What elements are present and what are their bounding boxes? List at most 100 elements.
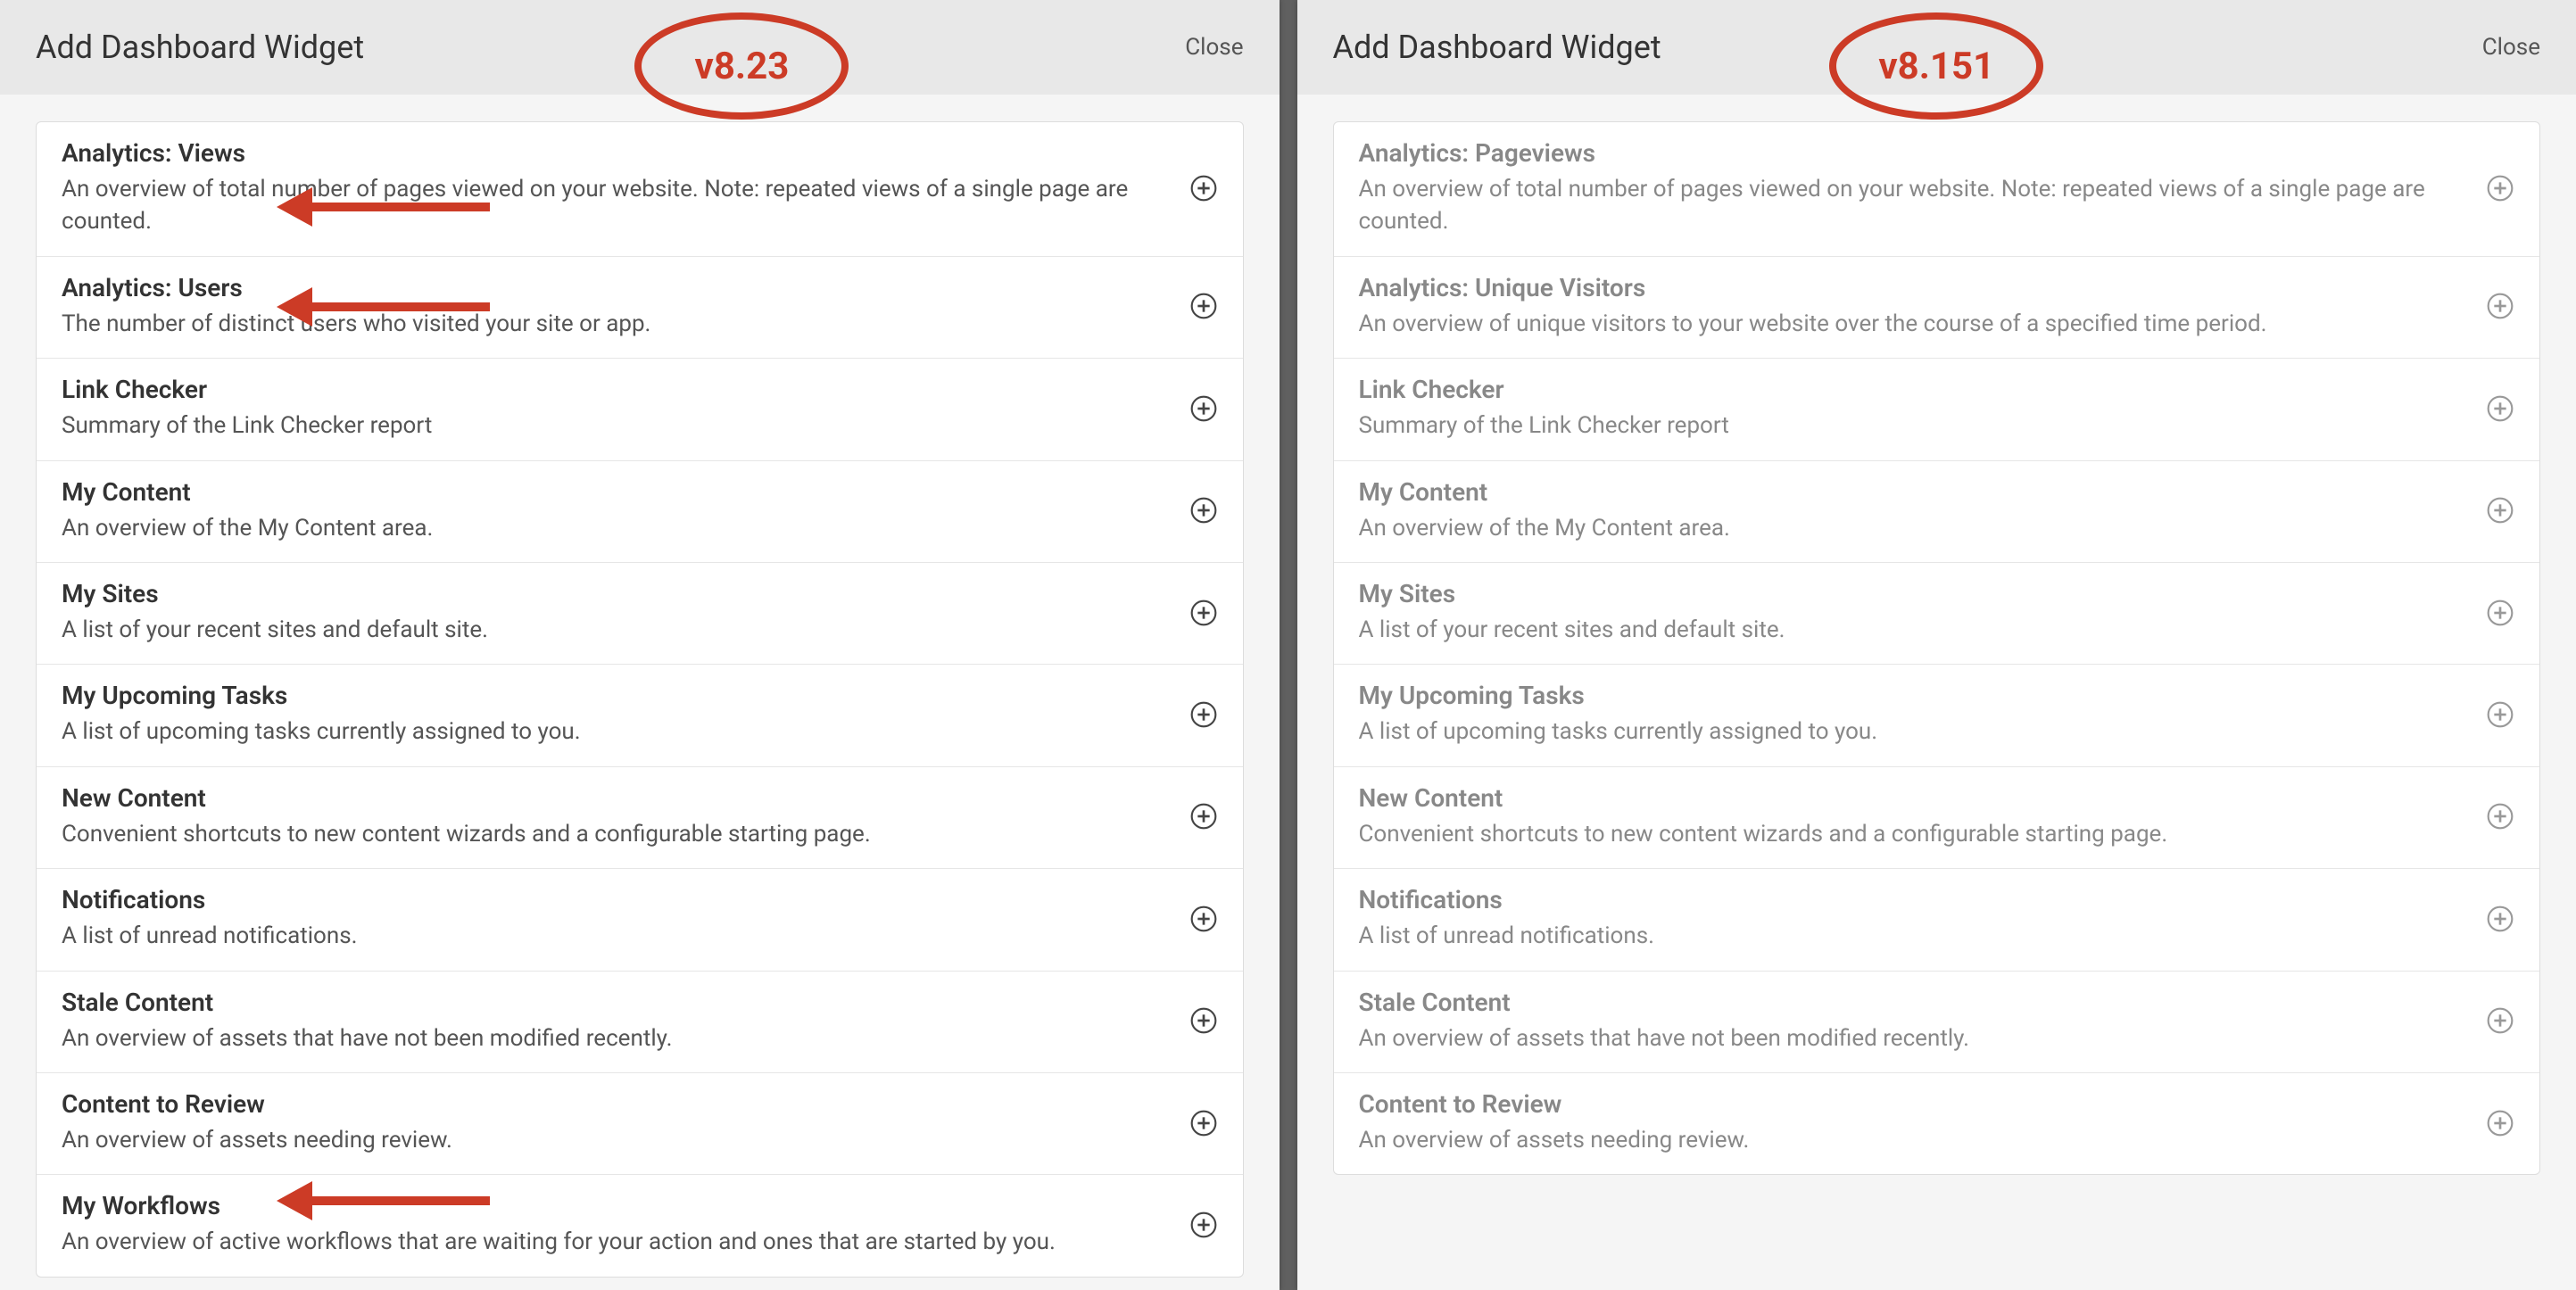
widget-row[interactable]: Link CheckerSummary of the Link Checker …	[1334, 359, 2540, 460]
add-circle-icon[interactable]	[1189, 802, 1218, 831]
widget-list: Analytics: PageviewsAn overview of total…	[1333, 121, 2541, 1175]
add-circle-icon[interactable]	[1189, 599, 1218, 627]
widget-description: An overview of unique visitors to your w…	[1359, 308, 2469, 340]
widget-description: A list of unread notifications.	[62, 920, 1172, 952]
add-circle-icon[interactable]	[2486, 292, 2514, 320]
left-comparison-panel: v8.23 Add Dashboard Widget Close Analyti…	[0, 0, 1280, 1290]
widget-description: A list of your recent sites and default …	[62, 614, 1172, 646]
add-circle-icon[interactable]	[1189, 394, 1218, 423]
add-circle-icon[interactable]	[2486, 496, 2514, 525]
add-circle-icon[interactable]	[1189, 1211, 1218, 1239]
widget-description: An overview of active workflows that are…	[62, 1226, 1172, 1258]
widget-text: My Sites A list of your recent sites and …	[62, 579, 1172, 646]
widget-title: Link Checker	[62, 375, 1172, 404]
widget-description: Convenient shortcuts to new content wiza…	[62, 818, 1172, 850]
add-circle-icon[interactable]	[1189, 700, 1218, 729]
widget-description: An overview of the My Content area.	[1359, 512, 2469, 544]
widget-title: My Sites	[62, 579, 1172, 608]
add-circle-icon[interactable]	[1189, 905, 1218, 933]
add-circle-icon[interactable]	[2486, 802, 2514, 831]
widget-title: Stale Content	[62, 988, 1172, 1017]
widget-title: My Upcoming Tasks	[1359, 681, 2469, 710]
widget-text: New Content Convenient shortcuts to new c…	[1359, 783, 2469, 850]
add-circle-icon[interactable]	[1189, 1006, 1218, 1035]
widget-text: Analytics: ViewsAn overview of total num…	[62, 138, 1172, 238]
add-circle-icon[interactable]	[2486, 394, 2514, 423]
widget-text: Notifications A list of unread notificati…	[62, 885, 1172, 952]
widget-text: Content to ReviewAn overview of assets n…	[1359, 1089, 2469, 1156]
modal-title: Add Dashboard Widget	[1333, 29, 1661, 66]
widget-row[interactable]: My Upcoming TasksA list of upcoming task…	[1334, 665, 2540, 766]
add-circle-icon[interactable]	[1189, 292, 1218, 320]
add-circle-icon[interactable]	[1189, 1109, 1218, 1137]
widget-description: An overview of total number of pages vie…	[1359, 173, 2469, 238]
widget-row[interactable]: Content to Review An overview of assets n…	[37, 1073, 1243, 1175]
add-circle-icon[interactable]	[2486, 905, 2514, 933]
add-circle-icon[interactable]	[2486, 1006, 2514, 1035]
widget-title: My Sites	[1359, 579, 2469, 608]
widget-text: Analytics: Unique Visitors An overview of…	[1359, 273, 2469, 340]
widget-row[interactable]: Analytics: ViewsAn overview of total num…	[37, 122, 1243, 257]
widget-row[interactable]: New ContentConvenient shortcuts to new c…	[37, 767, 1243, 869]
widget-title: New Content	[1359, 783, 2469, 813]
widget-row[interactable]: Analytics: PageviewsAn overview of total…	[1334, 122, 2540, 257]
widget-title: Stale Content	[1359, 988, 2469, 1017]
widget-title: My Content	[62, 477, 1172, 507]
widget-row[interactable]: My Content An overview of the My Content …	[37, 461, 1243, 563]
widget-text: My Upcoming TasksA list of upcoming task…	[62, 681, 1172, 748]
widget-title: Content to Review	[62, 1089, 1172, 1119]
widget-text: Stale ContentAn overview of assets that …	[1359, 988, 2469, 1054]
widget-title: Analytics: Unique Visitors	[1359, 273, 2469, 302]
widget-description: An overview of assets needing review.	[1359, 1124, 2469, 1156]
modal-body: Analytics: ViewsAn overview of total num…	[0, 95, 1280, 1290]
modal-body: Analytics: PageviewsAn overview of total…	[1297, 95, 2576, 1290]
widget-row[interactable]: New Content Convenient shortcuts to new c…	[1334, 767, 2540, 869]
widget-row[interactable]: Analytics: Unique Visitors An overview of…	[1334, 257, 2540, 359]
widget-description: Convenient shortcuts to new content wiza…	[1359, 818, 2469, 850]
widget-text: Analytics: PageviewsAn overview of total…	[1359, 138, 2469, 238]
widget-description: An overview of total number of pages vie…	[62, 173, 1172, 238]
widget-description: An overview of assets that have not been…	[62, 1022, 1172, 1054]
add-circle-icon[interactable]	[2486, 599, 2514, 627]
close-button[interactable]: Close	[2482, 34, 2540, 61]
widget-title: Notifications	[62, 885, 1172, 914]
widget-text: My Content An overview of the My Content …	[1359, 477, 2469, 544]
modal-title: Add Dashboard Widget	[36, 29, 364, 66]
add-circle-icon[interactable]	[2486, 174, 2514, 203]
widget-description: Summary of the Link Checker report	[62, 409, 1172, 442]
widget-text: Content to Review An overview of assets n…	[62, 1089, 1172, 1156]
widget-row[interactable]: Link Checker Summary of the Link Checker …	[37, 359, 1243, 460]
widget-text: Link Checker Summary of the Link Checker …	[62, 375, 1172, 442]
widget-row[interactable]: Stale ContentAn overview of assets that …	[1334, 972, 2540, 1073]
widget-title: My Upcoming Tasks	[62, 681, 1172, 710]
widget-description: The number of distinct users who visited…	[62, 308, 1172, 340]
widget-text: My Content An overview of the My Content …	[62, 477, 1172, 544]
widget-row[interactable]: My Sites A list of your recent sites and …	[37, 563, 1243, 665]
widget-title: My Content	[1359, 477, 2469, 507]
widget-description: An overview of the My Content area.	[62, 512, 1172, 544]
widget-title: My Workflows	[62, 1191, 1172, 1220]
modal-header: Add Dashboard Widget Close	[0, 0, 1280, 95]
add-circle-icon[interactable]	[1189, 174, 1218, 203]
widget-row[interactable]: Analytics: UsersThe number of distinct u…	[37, 257, 1243, 359]
add-circle-icon[interactable]	[2486, 1109, 2514, 1137]
close-button[interactable]: Close	[1185, 34, 1243, 61]
widget-row[interactable]: NotificationsA list of unread notificati…	[1334, 869, 2540, 971]
widget-row[interactable]: Stale Content An overview of assets that …	[37, 972, 1243, 1073]
add-circle-icon[interactable]	[2486, 700, 2514, 729]
add-circle-icon[interactable]	[1189, 496, 1218, 525]
widget-title: Link Checker	[1359, 375, 2469, 404]
widget-title: Notifications	[1359, 885, 2469, 914]
widget-row[interactable]: Notifications A list of unread notificati…	[37, 869, 1243, 971]
widget-description: An overview of assets needing review.	[62, 1124, 1172, 1156]
widget-row[interactable]: My Content An overview of the My Content …	[1334, 461, 2540, 563]
widget-row[interactable]: My SitesA list of your recent sites and …	[1334, 563, 2540, 665]
widget-text: My Upcoming TasksA list of upcoming task…	[1359, 681, 2469, 748]
widget-text: Stale Content An overview of assets that …	[62, 988, 1172, 1054]
widget-text: My SitesA list of your recent sites and …	[1359, 579, 2469, 646]
widget-text: New ContentConvenient shortcuts to new c…	[62, 783, 1172, 850]
widget-row[interactable]: My Upcoming TasksA list of upcoming task…	[37, 665, 1243, 766]
widget-row[interactable]: Content to ReviewAn overview of assets n…	[1334, 1073, 2540, 1174]
right-comparison-panel: v8.151 Add Dashboard Widget Close Analyt…	[1297, 0, 2576, 1290]
widget-row[interactable]: My Workflows An overview of active workfl…	[37, 1175, 1243, 1276]
